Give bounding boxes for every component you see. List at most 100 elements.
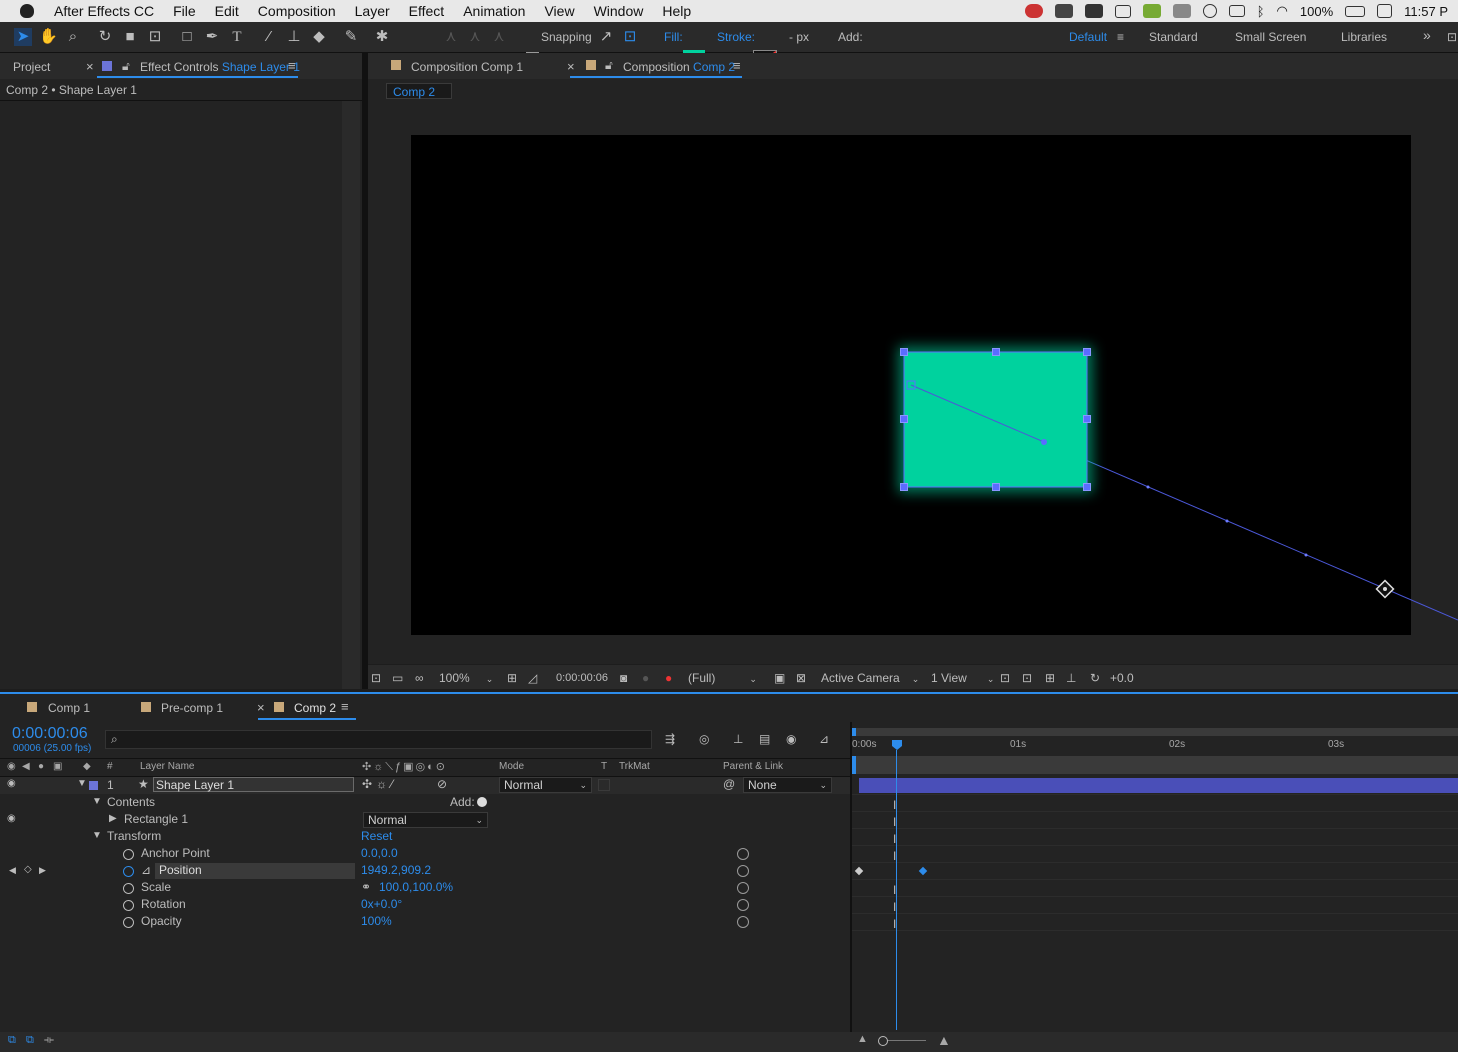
time-ruler[interactable]: 0:00s 01s 02s 03s — [852, 736, 1458, 756]
current-time[interactable]: 0:00:00:06 — [12, 725, 88, 743]
exposure-value[interactable]: +0.0 — [1110, 671, 1134, 685]
layer-name[interactable]: Shape Layer 1 — [153, 777, 354, 792]
property-value[interactable]: 100% — [361, 914, 392, 928]
region-of-interest-icon[interactable]: ▣ — [774, 671, 785, 685]
shape-layer-rectangle[interactable] — [904, 352, 1087, 487]
contents-twirl-icon[interactable]: ▼ — [92, 796, 102, 807]
resolution-dropdown[interactable]: (Full) ⌄ — [688, 671, 757, 685]
views-dropdown[interactable]: 1 View ⌄ — [931, 671, 994, 685]
property-row-anchor-point[interactable]: Anchor Point 0.0,0.0 — [0, 846, 852, 863]
property-value[interactable]: 100.0,100.0% — [379, 880, 453, 894]
parent-column[interactable]: Parent & Link — [723, 761, 783, 772]
timeline-search-input[interactable]: ⌕ — [105, 730, 652, 749]
transform-row[interactable]: ▼ Transform Reset — [0, 829, 852, 846]
zoom-slider-thumb[interactable] — [878, 1036, 888, 1046]
zoom-dropdown[interactable]: 100% ⌄ — [439, 671, 493, 685]
layer-duration-bar[interactable] — [859, 778, 1458, 793]
expression-pickwhip-icon[interactable] — [737, 865, 749, 877]
frame-blending-icon[interactable]: ▤ — [759, 732, 770, 746]
show-snapshot-icon[interactable]: ● — [642, 671, 649, 685]
layer-mode-dropdown[interactable]: Normal ⌄ — [499, 777, 592, 793]
property-value[interactable]: 1949.2,909.2 — [361, 863, 431, 877]
shy-layers-icon[interactable]: ⊥ — [733, 732, 743, 746]
toggle-pixel-aspect-icon[interactable]: ⊡ — [1000, 671, 1010, 685]
mode-column[interactable]: Mode — [499, 761, 524, 772]
camera-dropdown[interactable]: Active Camera ⌄ — [821, 671, 919, 685]
stopwatch-icon[interactable] — [123, 849, 134, 860]
always-preview-icon[interactable]: ⊡ — [371, 671, 381, 685]
timeline-tab-precomp1[interactable]: Pre-comp 1 — [161, 701, 223, 715]
expression-pickwhip-icon[interactable] — [737, 848, 749, 860]
switches-column-icon[interactable]: ✣☼⟍ƒ▣◎◐⊙ — [362, 760, 447, 774]
resize-handle-bottom-right[interactable] — [1083, 483, 1091, 491]
monitor-icon[interactable]: ▭ — [392, 671, 403, 685]
property-row-opacity[interactable]: Opacity 100% — [0, 914, 852, 931]
work-area-bar[interactable] — [852, 728, 1458, 736]
add-keyframe-icon[interactable]: ◇ — [24, 864, 32, 875]
flowchart-icon[interactable]: ⊥ — [1066, 671, 1076, 685]
layer-switches-icon[interactable]: ✣☼⁄ — [362, 777, 397, 791]
transform-twirl-icon[interactable]: ▼ — [92, 830, 102, 841]
snapshot-camera-icon[interactable]: ◙ — [620, 671, 627, 685]
reset-exposure-icon[interactable]: ↻ — [1090, 671, 1100, 685]
preserve-transparency-checkbox[interactable] — [598, 779, 610, 791]
audio-toggle-icon[interactable]: ◀ — [22, 761, 30, 772]
label-column-icon[interactable]: ◆ — [83, 761, 91, 772]
resize-handle-left[interactable] — [900, 415, 908, 423]
trkmat-column[interactable]: TrkMat — [619, 761, 650, 772]
timeline-icon[interactable]: ⊞ — [1045, 671, 1055, 685]
layer-label-color[interactable] — [89, 781, 98, 790]
transparency-grid-icon[interactable]: ◿ — [528, 671, 537, 685]
collapse-transform-icon[interactable]: ⊘ — [437, 777, 447, 791]
zoom-in-icon[interactable]: ▲ — [937, 1032, 951, 1048]
timeline-tab-comp1[interactable]: Comp 1 — [48, 701, 90, 715]
rectangle-group-row[interactable]: ◉ ▶ Rectangle 1 Normal ⌄ — [0, 812, 852, 829]
pick-whip-icon[interactable]: @ — [723, 777, 735, 791]
timeline-tab-comp2[interactable]: Comp 2 — [294, 701, 336, 715]
property-row-position[interactable]: ◀ ◇ ▶ ⊿ Position 1949.2,909.2 — [0, 863, 852, 880]
panel-menu-icon[interactable]: ≡ — [341, 699, 349, 714]
comp-marker-bar[interactable] — [852, 756, 1458, 774]
expression-pickwhip-icon[interactable] — [737, 882, 749, 894]
lock-column-icon[interactable]: ▣ — [53, 761, 62, 772]
resize-handle-top-right[interactable] — [1083, 348, 1091, 356]
close-timeline-tab-icon[interactable]: × — [257, 700, 265, 715]
stopwatch-active-icon[interactable] — [123, 866, 134, 877]
rectangle-blend-dropdown[interactable]: Normal ⌄ — [363, 812, 488, 828]
keyframe-diamond-selected[interactable] — [918, 866, 928, 876]
stopwatch-icon[interactable] — [123, 917, 134, 928]
stopwatch-icon[interactable] — [123, 900, 134, 911]
3d-glasses-icon[interactable]: ∞ — [415, 671, 424, 685]
toggle-transparency-icon[interactable]: ⊠ — [796, 671, 806, 685]
property-row-rotation[interactable]: Rotation 0x+0.0° — [0, 897, 852, 914]
work-area-start[interactable] — [852, 728, 856, 736]
resize-handle-top-left[interactable] — [900, 348, 908, 356]
contents-add-button[interactable] — [477, 797, 487, 807]
next-keyframe-icon[interactable]: ▶ — [39, 865, 46, 876]
eye-icon[interactable]: ◉ — [7, 778, 16, 789]
prev-keyframe-icon[interactable]: ◀ — [9, 865, 16, 876]
resize-handle-top[interactable] — [992, 348, 1000, 356]
stopwatch-icon[interactable] — [123, 883, 134, 894]
resize-handle-bottom-left[interactable] — [900, 483, 908, 491]
expression-pickwhip-icon[interactable] — [737, 916, 749, 928]
viewer-timecode[interactable]: 0:00:00:06 — [556, 672, 608, 684]
property-value[interactable]: 0.0,0.0 — [361, 846, 398, 860]
motion-blur-icon[interactable]: ◉ — [786, 732, 796, 746]
rectangle-twirl-icon[interactable]: ▶ — [109, 813, 117, 824]
solo-toggle-icon[interactable]: ● — [38, 761, 44, 772]
layer-name-column[interactable]: Layer Name — [140, 761, 194, 772]
layer-switches-toggle-icon[interactable]: ⧉ — [8, 1034, 16, 1047]
transfer-controls-toggle-icon[interactable]: ⧉ — [26, 1034, 34, 1047]
contents-row[interactable]: ▼ Contents Add: — [0, 795, 852, 812]
fast-preview-icon[interactable]: ⊡ — [1022, 671, 1032, 685]
graph-editor-icon[interactable]: ⊿ — [819, 732, 829, 746]
draft-3d-icon[interactable]: ◎ — [699, 732, 709, 746]
zoom-out-icon[interactable]: ▲ — [857, 1033, 868, 1045]
keyframe-diamond[interactable] — [854, 866, 864, 876]
property-row-scale[interactable]: Scale ⚭ 100.0,100.0% — [0, 880, 852, 897]
resize-handle-right[interactable] — [1083, 415, 1091, 423]
rectangle-eye-icon[interactable]: ◉ — [7, 813, 16, 824]
property-value[interactable]: 0x+0.0° — [361, 897, 402, 911]
layer-expand-twirl-icon[interactable]: ▼ — [77, 778, 87, 789]
